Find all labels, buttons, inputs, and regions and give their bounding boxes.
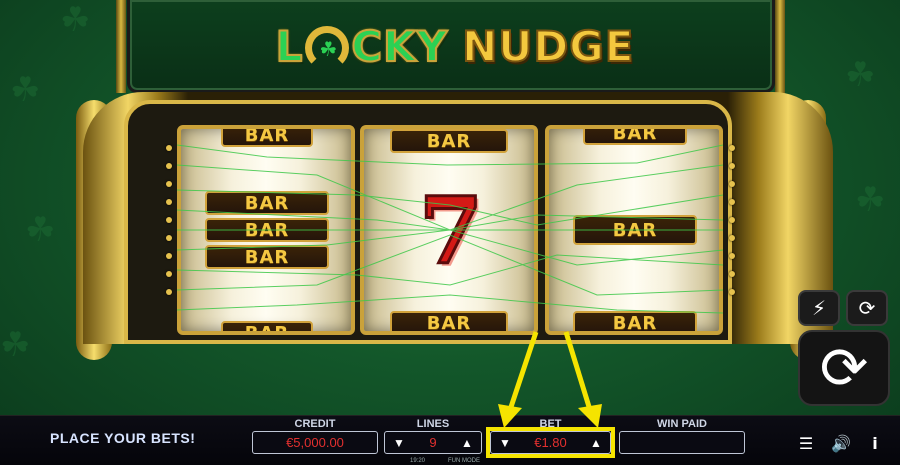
payline-marker	[729, 145, 735, 151]
status-message: PLACE YOUR BETS!	[50, 430, 196, 446]
payline-marker	[729, 289, 735, 295]
horseshoe-icon: ☘	[305, 26, 350, 70]
payline-marker	[729, 235, 735, 241]
lines-decrease-button[interactable]: ▼	[389, 432, 409, 453]
logo-lucky-rest: CKY	[350, 21, 449, 72]
menu-icon[interactable]: ☰	[795, 432, 817, 454]
payline-marker	[166, 145, 172, 151]
payline-marker	[166, 289, 172, 295]
payline-marker	[729, 181, 735, 187]
payline-marker	[729, 253, 735, 259]
win-paid-meter	[619, 431, 745, 454]
bar-symbol: BAR	[205, 218, 329, 242]
bar-symbol: BAR	[221, 129, 313, 147]
clover-decoration: ☘	[10, 70, 41, 110]
clock: 19:20	[410, 458, 426, 464]
reel-3: BAR BAR BAR	[545, 125, 723, 335]
lines-value: 9	[429, 435, 437, 450]
reel-1: BAR BAR BAR BAR BAR	[177, 125, 355, 335]
seven-symbol: 7	[417, 176, 484, 287]
clover-icon: ☘	[319, 37, 339, 61]
lines-label: LINES	[416, 418, 450, 430]
bar-symbol: BAR	[583, 129, 687, 145]
lines-meter: ▼ 9 ▲	[384, 431, 482, 454]
lightning-off-icon: ⚡	[811, 296, 827, 320]
bar-symbol: BAR	[205, 191, 329, 215]
lines-increase-button[interactable]: ▲	[457, 432, 477, 453]
clover-decoration: ☘	[855, 180, 886, 220]
logo-frame-right	[775, 0, 785, 93]
payline-marker	[166, 163, 172, 169]
logo-lucky: L	[275, 21, 304, 72]
clover-decoration: ☘	[25, 210, 56, 250]
autoplay-icon: ⟳	[858, 296, 876, 320]
payline-marker	[166, 217, 172, 223]
clover-decoration: ☘	[60, 0, 91, 40]
payline-marker	[729, 163, 735, 169]
payline-marker	[166, 181, 172, 187]
win-paid-label: WIN PAID	[657, 418, 707, 430]
payline-marker	[729, 271, 735, 277]
sound-icon[interactable]: 🔊	[830, 432, 852, 454]
payline-marker	[166, 199, 172, 205]
payline-marker	[166, 235, 172, 241]
credit-meter: €5,000.00	[252, 431, 378, 454]
payline-marker	[166, 253, 172, 259]
autoplay-button[interactable]: ⟳	[846, 290, 888, 326]
clover-decoration: ☘	[0, 325, 31, 365]
reel-2: BAR 7 BAR	[360, 125, 538, 335]
bar-symbol: BAR	[390, 311, 508, 331]
payline-marker	[729, 217, 735, 223]
bar-symbol: BAR	[573, 311, 697, 331]
bar-symbol: BAR	[205, 245, 329, 269]
game-logo: L ☘ CKY NUDGE	[240, 16, 670, 76]
logo-frame-left	[116, 0, 126, 93]
mode-label: FUN MODE	[448, 458, 480, 464]
payline-marker	[166, 271, 172, 277]
logo-nudge: NUDGE	[461, 21, 635, 72]
credit-label: CREDIT	[294, 418, 336, 430]
turbo-button[interactable]: ⚡	[798, 290, 840, 326]
clover-decoration: ☘	[845, 55, 876, 95]
bar-symbol: BAR	[221, 321, 313, 331]
bet-highlight	[486, 427, 615, 458]
bar-symbol: BAR	[573, 215, 697, 245]
spin-icon: ⟳	[819, 334, 869, 402]
spin-button[interactable]: ⟳	[798, 330, 890, 406]
bar-symbol: BAR	[390, 129, 508, 153]
payline-marker	[729, 199, 735, 205]
info-icon[interactable]: i	[864, 432, 886, 454]
